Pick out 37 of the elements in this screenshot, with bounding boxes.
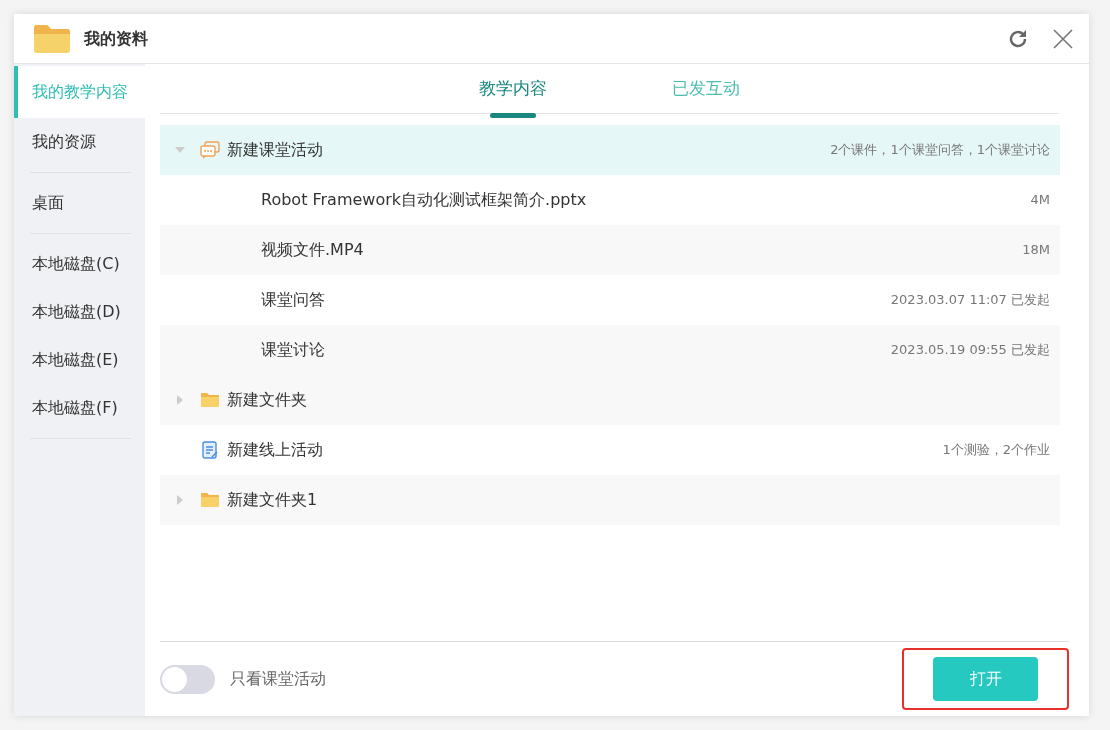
tree-row[interactable]: 课堂讨论 2023.05.19 09:55 已发起 bbox=[160, 325, 1060, 375]
item-name: 课堂讨论 bbox=[261, 340, 325, 359]
toggle-switch[interactable] bbox=[160, 664, 215, 694]
sidebar-item[interactable]: 我的资源 bbox=[14, 118, 145, 166]
item-name: 新建线上活动 bbox=[227, 440, 323, 459]
clipboard-icon bbox=[200, 440, 220, 460]
folder-icon bbox=[200, 390, 220, 410]
sidebar-item[interactable]: 本地磁盘(F) bbox=[14, 384, 145, 432]
item-name: 新建文件夹 bbox=[227, 390, 307, 409]
item-name: 视频文件.MP4 bbox=[261, 240, 364, 259]
item-info: 18M bbox=[1022, 241, 1050, 260]
tree-row[interactable]: 课堂问答 2023.03.07 11:07 已发起 bbox=[160, 275, 1060, 325]
sidebar-item[interactable]: 本地磁盘(D) bbox=[14, 288, 145, 336]
folder-icon bbox=[34, 24, 70, 53]
chat-bubbles-icon bbox=[200, 140, 220, 160]
sidebar-item[interactable]: 本地磁盘(E) bbox=[14, 336, 145, 384]
item-name: 新建课堂活动 bbox=[227, 140, 323, 159]
sidebar-item[interactable]: 桌面 bbox=[14, 179, 145, 227]
close-icon[interactable] bbox=[1053, 26, 1073, 51]
tree-row[interactable]: Robot Framework自动化测试框架简介.pptx 4M bbox=[160, 175, 1060, 225]
item-info: 1个测验，2个作业 bbox=[942, 441, 1050, 460]
item-info: 4M bbox=[1030, 191, 1050, 210]
tree-row[interactable]: 新建课堂活动 2个课件，1个课堂问答，1个课堂讨论 bbox=[160, 125, 1060, 175]
item-name: Robot Framework自动化测试框架简介.pptx bbox=[261, 190, 587, 209]
tree-row[interactable]: 新建文件夹 bbox=[160, 375, 1060, 425]
folder-icon bbox=[200, 490, 220, 510]
tree-row[interactable]: 新建线上活动 1个测验，2个作业 bbox=[160, 425, 1060, 475]
toggle-label: 只看课堂活动 bbox=[230, 668, 326, 690]
item-info: 2023.05.19 09:55 已发起 bbox=[890, 341, 1050, 360]
tree-row[interactable]: 视频文件.MP4 18M bbox=[160, 225, 1060, 275]
sidebar-item[interactable]: 本地磁盘(C) bbox=[14, 240, 145, 288]
item-name: 新建文件夹1 bbox=[227, 490, 318, 509]
item-info: 2个课件，1个课堂问答，1个课堂讨论 bbox=[830, 141, 1050, 160]
item-info: 2023.03.07 11:07 已发起 bbox=[890, 291, 1050, 310]
tree-row[interactable]: 新建文件夹1 bbox=[160, 475, 1060, 525]
item-name: 课堂问答 bbox=[261, 290, 325, 309]
window-title: 我的资料 bbox=[84, 27, 148, 50]
